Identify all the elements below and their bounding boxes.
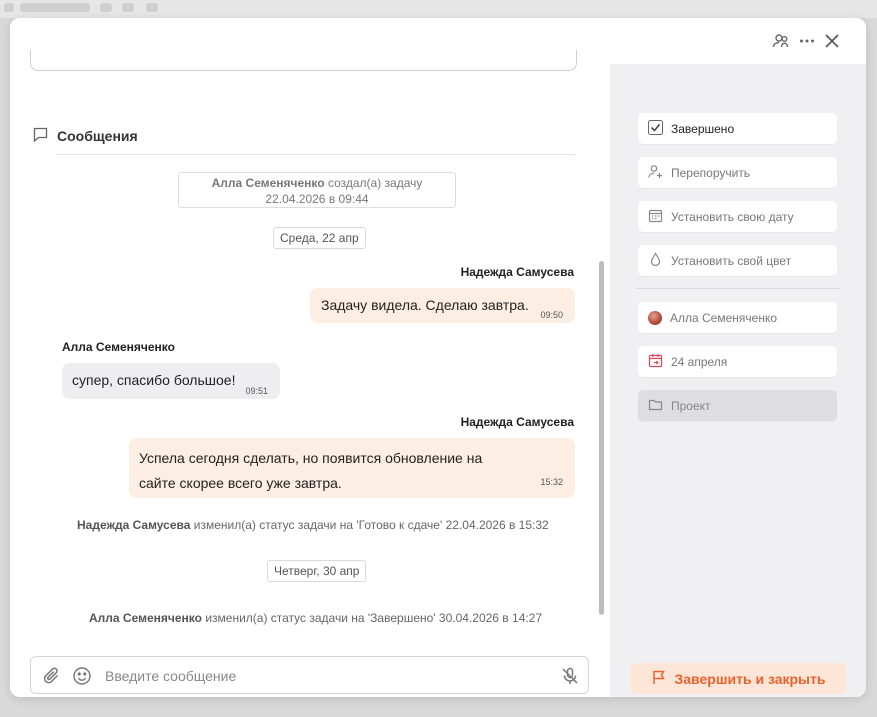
checkbox-checked-icon	[648, 119, 663, 138]
sidebar-divider	[636, 288, 840, 289]
messages-title: Сообщения	[57, 128, 138, 144]
status-author: Надежда Самусева	[77, 518, 191, 532]
message-bubble: супер, спасибо большое! 09:51	[62, 363, 280, 399]
finish-and-close-button[interactable]: Завершить и закрыть	[630, 663, 846, 694]
message-composer	[30, 656, 589, 694]
messages-section-header: Сообщения	[32, 126, 138, 146]
background-window-strip	[0, 0, 877, 18]
status-change-notice: Надежда Самусева изменил(а) статус задач…	[77, 518, 549, 532]
system-text: создал(а) задачу	[327, 176, 423, 190]
set-color-button[interactable]: Установить свой цвет	[638, 245, 837, 276]
message-text: Задачу видела. Сделаю завтра.	[321, 297, 529, 313]
task-modal: Сообщения Алла Семеняченко создал(а) зад…	[10, 18, 866, 697]
project-label: Проект	[671, 398, 711, 413]
project-button[interactable]: Проект	[638, 390, 837, 421]
system-author: Алла Семеняченко	[211, 176, 325, 190]
emoji-icon[interactable]	[71, 665, 93, 687]
chat-bubble-icon	[32, 126, 49, 146]
divider	[56, 154, 575, 155]
message-author: Надежда Самусева	[460, 265, 574, 279]
message-time: 15:32	[540, 477, 563, 487]
message-bubble: Задачу видела. Сделаю завтра. 09:50	[310, 288, 575, 323]
messages-panel: Сообщения Алла Семеняченко создал(а) зад…	[10, 50, 610, 697]
messages-scrollbar[interactable]	[599, 261, 604, 615]
calendar-icon	[648, 208, 663, 226]
folder-icon	[648, 397, 663, 415]
attach-icon[interactable]	[41, 665, 63, 687]
complete-label: Завершено	[671, 121, 735, 136]
drop-icon	[648, 251, 663, 270]
deadline-button[interactable]: 24 апреля	[638, 346, 837, 377]
calendar-deadline-icon	[648, 353, 663, 371]
task-description-box	[30, 50, 577, 71]
deadline-label: 24 апреля	[671, 354, 728, 369]
set-date-label: Установить свою дату	[671, 209, 794, 224]
set-color-label: Установить свой цвет	[671, 253, 792, 268]
system-datetime: 22.04.2026 в 09:44	[265, 192, 369, 206]
more-icon[interactable]	[796, 30, 818, 52]
avatar	[648, 310, 662, 325]
task-sidebar: Завершено Перепоручить Установить свою д…	[610, 64, 866, 697]
message-text-line-1: Успела сегодня сделать, но появится обно…	[139, 450, 483, 466]
status-change-notice: Алла Семеняченко изменил(а) статус задач…	[89, 611, 542, 625]
status-text: изменил(а) статус задачи на 'Готово к сд…	[193, 518, 549, 532]
message-author: Надежда Самусева	[460, 415, 574, 429]
message-bubble: Успела сегодня сделать, но появится обно…	[129, 438, 575, 498]
user-add-icon	[648, 164, 663, 182]
flag-icon	[651, 669, 667, 688]
date-separator: Четверг, 30 апр	[267, 560, 367, 582]
message-text: супер, спасибо большое!	[72, 372, 236, 388]
message-time: 09:50	[540, 310, 563, 320]
message-text-line-2: сайте скорее всего уже завтра.	[139, 475, 342, 491]
message-author: Алла Семеняченко	[62, 340, 175, 354]
message-input[interactable]	[103, 665, 547, 687]
task-created-notice: Алла Семеняченко создал(а) задачу 22.04.…	[178, 172, 456, 208]
close-icon[interactable]	[821, 30, 843, 52]
finish-label: Завершить и закрыть	[674, 670, 826, 687]
status-text: изменил(а) статус задачи на 'Завершено' …	[205, 611, 543, 625]
date-separator: Среда, 22 апр	[273, 227, 366, 249]
reassign-label: Перепоручить	[671, 165, 751, 180]
set-date-button[interactable]: Установить свою дату	[638, 201, 837, 232]
members-icon[interactable]	[770, 30, 792, 52]
assignee-label: Алла Семеняченко	[670, 310, 778, 325]
message-time: 09:51	[245, 386, 268, 396]
reassign-button[interactable]: Перепоручить	[638, 157, 837, 188]
assignee-button[interactable]: Алла Семеняченко	[638, 302, 837, 333]
microphone-off-icon[interactable]	[559, 665, 581, 687]
status-author: Алла Семеняченко	[89, 611, 202, 625]
complete-button[interactable]: Завершено	[638, 113, 837, 144]
